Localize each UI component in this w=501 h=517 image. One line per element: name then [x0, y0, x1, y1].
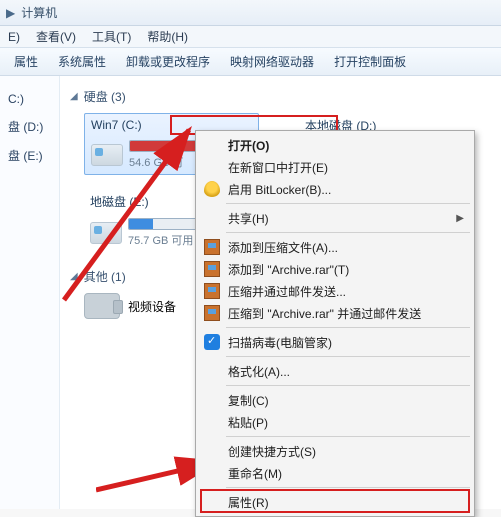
menu-bitlocker[interactable]: 启用 BitLocker(B)... [198, 178, 472, 200]
menu-share[interactable]: 共享(H)▶ [198, 207, 472, 229]
address-bar: ▶ 计算机 [0, 0, 501, 26]
menu-view[interactable]: 查看(V) [28, 28, 84, 45]
collapse-icon: ◢ [70, 271, 78, 282]
menu-open-new-window[interactable]: 在新窗口中打开(E) [198, 156, 472, 178]
breadcrumb-arrow-icon: ▶ [6, 6, 15, 20]
antivirus-icon [204, 334, 220, 350]
toolbar-system-properties[interactable]: 系统属性 [48, 53, 116, 70]
context-menu: 打开(O) 在新窗口中打开(E) 启用 BitLocker(B)... 共享(H… [195, 130, 475, 517]
section-hdd[interactable]: ◢ 硬盘 (3) [70, 88, 491, 105]
section-other-label: 其他 (1) [84, 268, 126, 285]
camera-icon [84, 293, 120, 319]
navigation-pane: C:) 盘 (D:) 盘 (E:) [0, 76, 60, 509]
menu-rename[interactable]: 重命名(M) [198, 462, 472, 484]
drive-icon [91, 144, 123, 166]
sidebar-item-d[interactable]: 盘 (D:) [0, 112, 59, 141]
menu-format[interactable]: 格式化(A)... [198, 360, 472, 382]
menu-open[interactable]: 打开(O) [198, 134, 472, 156]
menu-paste[interactable]: 粘贴(P) [198, 411, 472, 433]
drive-icon [90, 222, 122, 244]
archive-icon [204, 283, 220, 299]
separator [226, 232, 470, 233]
menu-create-shortcut[interactable]: 创建快捷方式(S) [198, 440, 472, 462]
toolbar: 属性 系统属性 卸载或更改程序 映射网络驱动器 打开控制面板 [0, 48, 501, 76]
menu-edit[interactable]: E) [0, 30, 28, 44]
separator [226, 203, 470, 204]
toolbar-map-network[interactable]: 映射网络驱动器 [220, 53, 324, 70]
archive-icon [204, 261, 220, 277]
separator [226, 436, 470, 437]
menu-compress-mail[interactable]: 压缩并通过邮件发送... [198, 280, 472, 302]
separator [226, 327, 470, 328]
shield-icon [204, 181, 220, 197]
section-hdd-label: 硬盘 (3) [84, 88, 126, 105]
menu-tools[interactable]: 工具(T) [84, 28, 139, 45]
submenu-arrow-icon: ▶ [456, 213, 464, 224]
toolbar-control-panel[interactable]: 打开控制面板 [324, 53, 416, 70]
menu-add-archive[interactable]: 添加到压缩文件(A)... [198, 236, 472, 258]
archive-icon [204, 305, 220, 321]
menu-help[interactable]: 帮助(H) [139, 28, 196, 45]
menu-copy[interactable]: 复制(C) [198, 389, 472, 411]
separator [226, 487, 470, 488]
menu-properties[interactable]: 属性(R) [198, 491, 472, 513]
sidebar-item-e[interactable]: 盘 (E:) [0, 141, 59, 170]
menu-add-rar[interactable]: 添加到 "Archive.rar"(T) [198, 258, 472, 280]
toolbar-properties[interactable]: 属性 [4, 53, 48, 70]
toolbar-uninstall[interactable]: 卸载或更改程序 [116, 53, 220, 70]
menu-scan-virus[interactable]: 扫描病毒(电脑管家) [198, 331, 472, 353]
collapse-icon: ◢ [70, 91, 78, 102]
menu-bar: E) 查看(V) 工具(T) 帮助(H) [0, 26, 501, 48]
device-video-label: 视频设备 [128, 298, 176, 315]
separator [226, 385, 470, 386]
location-text: 计算机 [21, 4, 57, 21]
archive-icon [204, 239, 220, 255]
sidebar-item-c[interactable]: C:) [0, 86, 59, 112]
separator [226, 356, 470, 357]
menu-compress-rar-mail[interactable]: 压缩到 "Archive.rar" 并通过邮件发送 [198, 302, 472, 324]
